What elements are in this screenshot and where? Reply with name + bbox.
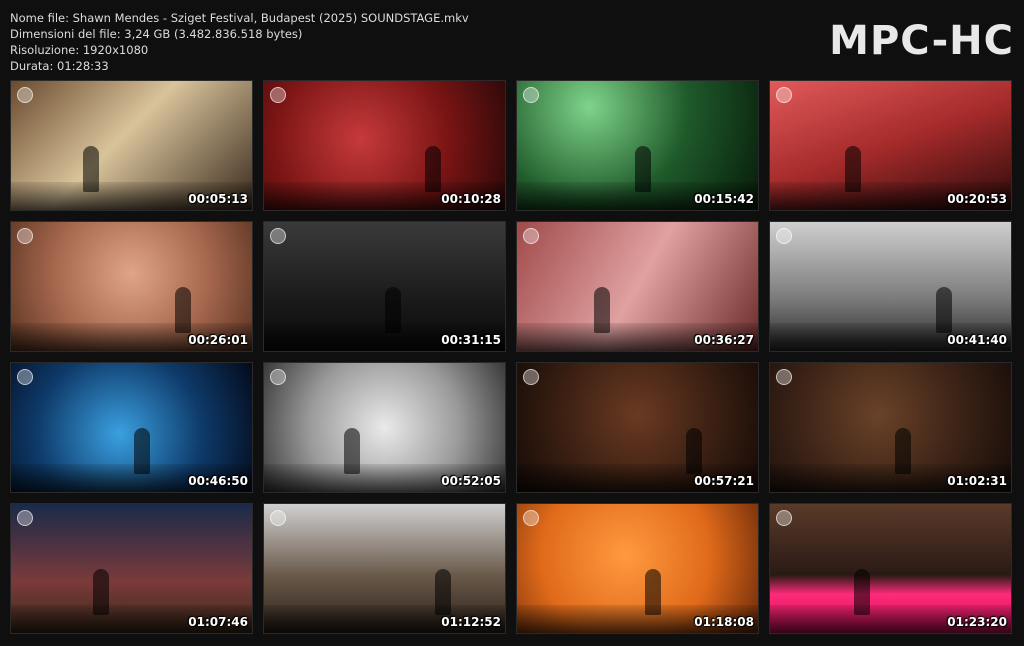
video-thumbnail: 00:41:40 [769,221,1012,352]
thumbnail-timestamp: 00:31:15 [441,333,501,347]
video-thumbnail: 00:36:27 [516,221,759,352]
thumbnail-timestamp: 00:15:42 [694,192,754,206]
thumbnail-grid: 00:05:13 00:10:28 00:15:42 00:20:53 00:26:01… [10,80,1012,634]
performer-silhouette [936,286,953,333]
video-thumbnail: 00:05:13 [10,80,253,211]
performer-silhouette [174,286,191,333]
resolution-text: Risoluzione: 1920x1080 [10,43,149,57]
video-thumbnail: 00:20:53 [769,80,1012,211]
performer-silhouette [844,145,861,192]
video-thumbnail: 01:23:20 [769,503,1012,634]
performer-silhouette [425,145,442,192]
thumbnail-timestamp: 01:02:31 [947,474,1007,488]
channel-badge-icon [270,87,286,103]
performer-silhouette [343,427,360,474]
video-thumbnail: 00:26:01 [10,221,253,352]
channel-badge-icon [776,87,792,103]
thumbnail-timestamp: 01:07:46 [188,615,248,629]
thumbnail-timestamp: 01:23:20 [947,615,1007,629]
channel-badge-icon [523,369,539,385]
thumbnail-timestamp: 00:10:28 [441,192,501,206]
performer-silhouette [854,568,871,615]
thumbnail-timestamp: 00:26:01 [188,333,248,347]
video-thumbnail: 00:46:50 [10,362,253,493]
performer-silhouette [133,427,150,474]
channel-badge-icon [776,228,792,244]
video-thumbnail: 00:52:05 [263,362,506,493]
video-thumbnail: 00:15:42 [516,80,759,211]
video-thumbnail: 00:31:15 [263,221,506,352]
thumbnail-timestamp: 00:05:13 [188,192,248,206]
duration-text: Durata: 01:28:33 [10,59,109,73]
channel-badge-icon [270,369,286,385]
channel-badge-icon [17,510,33,526]
performer-silhouette [685,427,702,474]
channel-badge-icon [17,228,33,244]
video-thumbnail: 01:07:46 [10,503,253,634]
channel-badge-icon [523,87,539,103]
file-name-text: Nome file: Shawn Mendes - Sziget Festiva… [10,11,469,25]
performer-silhouette [435,568,452,615]
mpc-hc-logo: MPC-HC [829,18,1014,64]
performer-silhouette [644,568,661,615]
video-thumbnail: 01:02:31 [769,362,1012,493]
thumbnail-timestamp: 00:46:50 [188,474,248,488]
video-thumbnail: 01:12:52 [263,503,506,634]
video-thumbnail: 00:10:28 [263,80,506,211]
channel-badge-icon [523,228,539,244]
thumbnail-timestamp: 00:41:40 [947,333,1007,347]
channel-badge-icon [17,369,33,385]
performer-silhouette [92,568,109,615]
thumbnail-timestamp: 00:57:21 [694,474,754,488]
performer-silhouette [83,145,100,192]
performer-silhouette [384,286,401,333]
thumbnail-timestamp: 00:20:53 [947,192,1007,206]
thumbnail-timestamp: 00:52:05 [441,474,501,488]
video-thumbnail: 00:57:21 [516,362,759,493]
performer-silhouette [895,427,912,474]
channel-badge-icon [270,510,286,526]
thumbnail-timestamp: 01:18:08 [694,615,754,629]
channel-badge-icon [523,510,539,526]
video-thumbnail: 01:18:08 [516,503,759,634]
thumbnail-timestamp: 01:12:52 [441,615,501,629]
performer-silhouette [635,145,652,192]
performer-silhouette [594,286,611,333]
thumbnail-timestamp: 00:36:27 [694,333,754,347]
channel-badge-icon [270,228,286,244]
channel-badge-icon [776,510,792,526]
file-info: Nome file: Shawn Mendes - Sziget Festiva… [10,10,469,74]
channel-badge-icon [17,87,33,103]
file-size-text: Dimensioni del file: 3,24 GB (3.482.836.… [10,27,303,41]
channel-badge-icon [776,369,792,385]
